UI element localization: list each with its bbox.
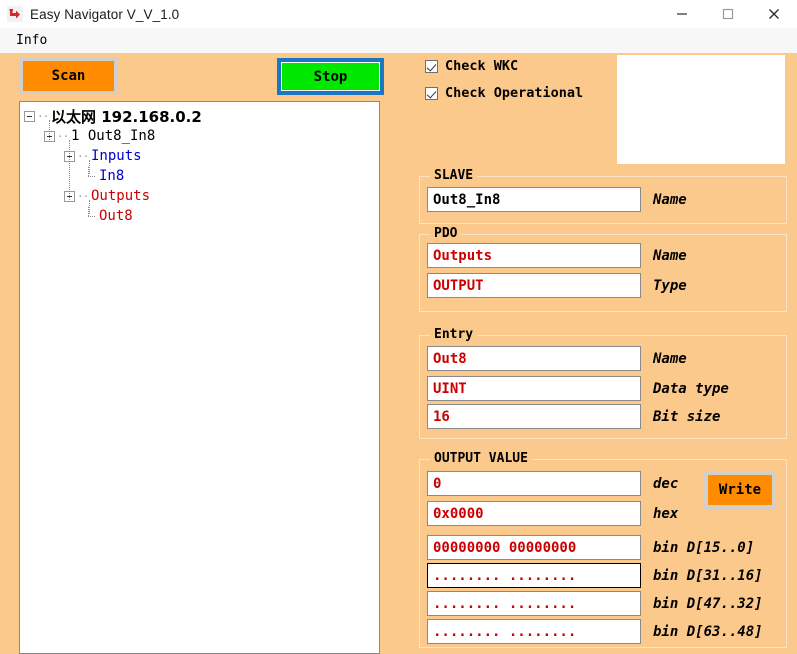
- slave-name-caption: Name: [653, 191, 687, 208]
- tree-leaf-connector-icon: [84, 206, 96, 222]
- tree-node-label: Out8: [99, 208, 133, 224]
- tree-node-label: Inputs: [91, 148, 142, 164]
- pdo-type-row: OUTPUT Type: [427, 273, 687, 298]
- pdo-name-field[interactable]: Outputs: [427, 243, 641, 268]
- output-dec-row: 0 dec: [427, 471, 678, 496]
- slave-name-field[interactable]: Out8_In8: [427, 187, 641, 212]
- output-dec-field[interactable]: 0: [427, 471, 641, 496]
- network-tree-panel[interactable]: ·· 以太网 192.168.0.2 ·· 1 Out8_In8 ·· Inpu…: [19, 101, 380, 654]
- tree-node-in8[interactable]: In8: [20, 166, 379, 186]
- tree-connector-icon: ··: [77, 189, 89, 203]
- output-bin-row-2: ........ ........ bin D[47..32]: [427, 591, 763, 616]
- window-title: Easy Navigator V_V_1.0: [30, 6, 180, 22]
- output-bin-row-3: ........ ........ bin D[63..48]: [427, 619, 763, 644]
- write-button[interactable]: Write: [704, 471, 776, 509]
- entry-group: Entry Out8 Name UINT Data type 16 Bit si…: [419, 327, 787, 439]
- output-bin-field-63-48[interactable]: ........ ........: [427, 619, 641, 644]
- log-output-box[interactable]: [617, 55, 785, 164]
- check-wkc-row[interactable]: Check WKC: [425, 58, 518, 74]
- output-hex-field[interactable]: 0x0000: [427, 501, 641, 526]
- output-bin-row-1: ........ ........ bin D[31..16]: [427, 563, 763, 588]
- tree-node-out8[interactable]: Out8: [20, 206, 379, 226]
- tree-node-outputs[interactable]: ·· Outputs: [20, 186, 379, 206]
- output-bin-row-0: 00000000 00000000 bin D[15..0]: [427, 535, 754, 560]
- tree-guide-line: [69, 140, 70, 202]
- tree-node-slave-1[interactable]: ·· 1 Out8_In8: [20, 126, 379, 146]
- entry-name-caption: Name: [653, 350, 687, 367]
- output-hex-row: 0x0000 hex: [427, 501, 678, 526]
- output-bin-field-47-32[interactable]: ........ ........: [427, 591, 641, 616]
- entry-name-field[interactable]: Out8: [427, 346, 641, 371]
- pdo-name-caption: Name: [653, 247, 687, 264]
- tree-connector-icon: ··: [57, 129, 69, 143]
- minimize-button[interactable]: [659, 0, 705, 28]
- maximize-button[interactable]: [705, 0, 751, 28]
- tree-guide-line: [89, 160, 90, 174]
- output-value-group-title: OUTPUT VALUE: [430, 451, 532, 466]
- close-button[interactable]: [751, 0, 797, 28]
- tree-connector-icon: ··: [77, 149, 89, 163]
- output-bin-caption-15-0: bin D[15..0]: [653, 539, 755, 556]
- output-bin-caption-63-48: bin D[63..48]: [653, 623, 763, 640]
- tree-node-label: 1 Out8_In8: [71, 128, 156, 144]
- slave-group-title: SLAVE: [430, 168, 478, 183]
- tree-node-label: In8: [99, 168, 125, 184]
- check-wkc-label: Check WKC: [445, 58, 519, 74]
- entry-bitsize-row: 16 Bit size: [427, 404, 720, 429]
- scan-button[interactable]: Scan: [20, 58, 117, 94]
- expander-minus-icon[interactable]: [24, 110, 35, 122]
- tree-node-ethernet[interactable]: ·· 以太网 192.168.0.2: [20, 106, 379, 126]
- entry-name-row: Out8 Name: [427, 346, 687, 371]
- pdo-type-caption: Type: [653, 277, 687, 294]
- output-bin-field-15-0[interactable]: 00000000 00000000: [427, 535, 641, 560]
- check-wkc-checkbox[interactable]: [425, 59, 438, 73]
- pdo-type-field[interactable]: OUTPUT: [427, 273, 641, 298]
- entry-datatype-field[interactable]: UINT: [427, 376, 641, 401]
- pdo-name-row: Outputs Name: [427, 243, 687, 268]
- output-hex-caption: hex: [653, 505, 679, 522]
- entry-bitsize-field[interactable]: 16: [427, 404, 641, 429]
- check-operational-row[interactable]: Check Operational: [425, 85, 583, 101]
- title-bar: Easy Navigator V_V_1.0: [0, 0, 797, 28]
- pdo-group-title: PDO: [430, 226, 462, 241]
- slave-group: SLAVE Out8_In8 Name: [419, 168, 787, 224]
- tree-node-inputs[interactable]: ·· Inputs: [20, 146, 379, 166]
- entry-datatype-row: UINT Data type: [427, 376, 729, 401]
- stop-button[interactable]: Stop: [277, 58, 384, 95]
- tree-connector-icon: ··: [37, 109, 49, 123]
- tree-guide-line: [89, 200, 90, 214]
- entry-datatype-caption: Data type: [653, 380, 729, 397]
- output-bin-caption-47-32: bin D[47..32]: [653, 595, 763, 612]
- output-dec-caption: dec: [653, 475, 679, 492]
- menu-bar: Info: [0, 28, 797, 53]
- output-bin-field-31-16[interactable]: ........ ........: [427, 563, 641, 588]
- check-operational-label: Check Operational: [445, 85, 584, 101]
- window-controls: [659, 0, 797, 28]
- output-bin-caption-31-16: bin D[31..16]: [653, 567, 763, 584]
- tree-guide-line: [49, 120, 50, 142]
- tree-leaf-connector-icon: [84, 166, 96, 182]
- pdo-group: PDO Outputs Name OUTPUT Type: [419, 226, 787, 312]
- app-refresh-icon: [7, 6, 23, 22]
- tree-node-label: 以太网 192.168.0.2: [51, 107, 202, 126]
- entry-bitsize-caption: Bit size: [653, 408, 721, 425]
- entry-group-title: Entry: [430, 327, 478, 342]
- check-operational-checkbox[interactable]: [425, 86, 438, 100]
- tree-node-label: Outputs: [91, 188, 151, 204]
- application-window: Easy Navigator V_V_1.0 Info Scan Stop ··…: [0, 0, 797, 654]
- slave-name-row: Out8_In8 Name: [427, 187, 687, 212]
- menu-item-info[interactable]: Info: [8, 31, 55, 50]
